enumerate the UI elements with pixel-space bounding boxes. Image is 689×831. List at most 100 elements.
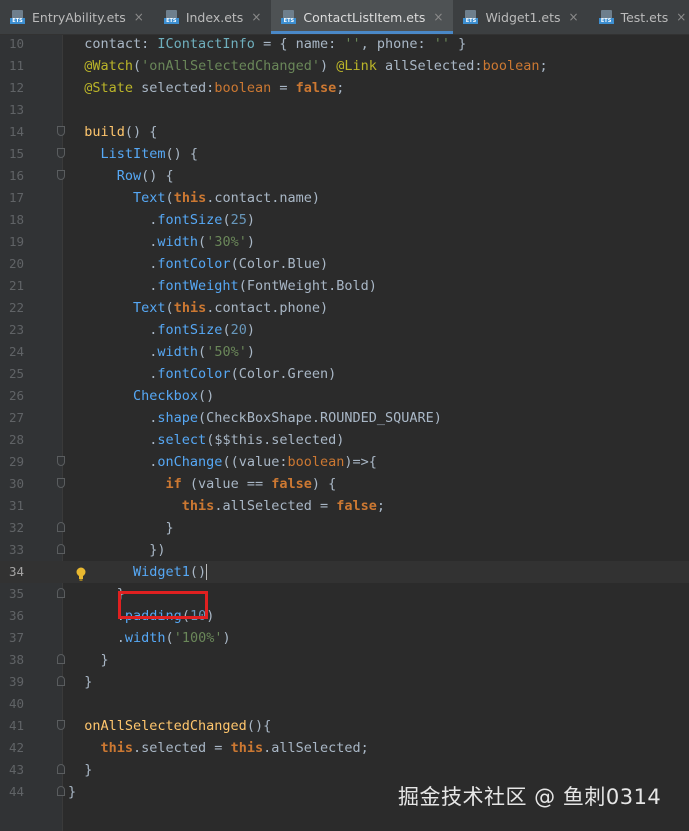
code-line[interactable]: 29 .onChange((value:boolean)=>{ [0,451,689,473]
code-line[interactable]: 28 .select($$this.selected) [0,429,689,451]
ets-file-icon: ETS [598,10,615,24]
fold-marker-icon[interactable] [57,588,65,598]
code-line[interactable]: 24 .width('50%') [0,341,689,363]
code-line[interactable]: 36 .padding(10) [0,605,689,627]
fold-marker-icon[interactable] [57,544,65,554]
line-number: 38 [8,652,24,667]
code-line[interactable]: 18 .fontSize(25) [0,209,689,231]
code-line[interactable]: 13 [0,99,689,121]
code-text: }) [68,542,166,558]
code-text: } [68,762,93,778]
tab-label: Index.ets [185,9,244,25]
line-number: 22 [8,300,24,315]
close-tab-icon[interactable]: × [676,10,686,24]
line-number: 40 [8,696,24,711]
code-text: .onChange((value:boolean)=>{ [68,454,377,470]
code-line[interactable]: 15 ListItem() { [0,143,689,165]
fold-marker-icon[interactable] [57,126,65,136]
fold-marker-icon[interactable] [57,456,65,466]
code-text: } [68,520,174,536]
tab-contactlistitem-ets[interactable]: ETS ContactListItem.ets × [271,0,454,34]
code-line[interactable]: 14 build() { [0,121,689,143]
ets-file-icon: ETS [10,10,26,24]
code-text: } [68,674,93,690]
tab-label: ContactListItem.ets [303,9,426,25]
fold-marker-icon[interactable] [57,764,65,774]
close-tab-icon[interactable]: × [251,10,261,24]
code-line[interactable]: 11 @Watch('onAllSelectedChanged') @Link … [0,55,689,77]
fold-marker-icon[interactable] [57,676,65,686]
code-text: .fontColor(Color.Green) [68,366,337,382]
code-text: .shape(CheckBoxShape.ROUNDED_SQUARE) [68,410,442,426]
code-text: if (value == false) { [68,476,337,492]
code-line[interactable]: 20 .fontColor(Color.Blue) [0,253,689,275]
line-number: 36 [8,608,24,623]
fold-marker-icon[interactable] [57,654,65,664]
tab-label: EntryAbility.ets [32,9,126,25]
code-line[interactable]: 34 Widget1() [0,561,689,583]
code-line[interactable]: 10 contact: IContactInfo = { name: '', p… [0,33,689,55]
code-text: .width('50%') [68,344,255,360]
line-number: 25 [8,366,24,381]
code-line[interactable]: 16 Row() { [0,165,689,187]
code-line[interactable]: 12 @State selected:boolean = false; [0,77,689,99]
code-line[interactable]: 43 } [0,759,689,781]
code-text: } [68,784,77,800]
tab-index-ets[interactable]: ETS Index.ets × [154,0,272,34]
code-line[interactable]: 38 } [0,649,689,671]
code-line[interactable]: 26 Checkbox() [0,385,689,407]
highlight-box [118,591,208,619]
code-editor[interactable]: 10 contact: IContactInfo = { name: '', p… [0,35,689,831]
code-line[interactable]: 39 } [0,671,689,693]
line-number: 23 [8,322,24,337]
ets-file-icon: ETS [163,10,180,24]
fold-marker-icon[interactable] [57,522,65,532]
tab-test-ets[interactable]: ETS Test.ets × [589,0,689,34]
line-number: 32 [8,520,24,535]
line-number: 19 [8,234,24,249]
tab-widget1-ets[interactable]: ETS Widget1.ets × [453,0,588,34]
fold-marker-icon[interactable] [57,478,65,488]
code-text: contact: IContactInfo = { name: '', phon… [68,36,467,52]
fold-marker-icon[interactable] [57,786,65,796]
close-tab-icon[interactable]: × [433,10,443,24]
line-number: 21 [8,278,24,293]
line-number: 14 [8,124,24,139]
code-line[interactable]: 41 onAllSelectedChanged(){ [0,715,689,737]
code-line[interactable]: 23 .fontSize(20) [0,319,689,341]
code-line[interactable]: 32 } [0,517,689,539]
code-line[interactable]: 37 .width('100%') [0,627,689,649]
watermark: 掘金技术社区 @ 鱼刺0314 [398,785,662,809]
line-number: 27 [8,410,24,425]
code-line[interactable]: 31 this.allSelected = false; [0,495,689,517]
line-number: 28 [8,432,24,447]
fold-marker-icon[interactable] [57,720,65,730]
code-line[interactable]: 21 .fontWeight(FontWeight.Bold) [0,275,689,297]
code-line[interactable]: 19 .width('30%') [0,231,689,253]
line-number: 34 [8,564,24,579]
code-line[interactable]: 27 .shape(CheckBoxShape.ROUNDED_SQUARE) [0,407,689,429]
code-text: ListItem() { [68,146,199,162]
fold-marker-icon[interactable] [57,170,65,180]
close-tab-icon[interactable]: × [134,10,144,24]
close-tab-icon[interactable]: × [569,10,579,24]
code-line[interactable]: 22 Text(this.contact.phone) [0,297,689,319]
line-number: 24 [8,344,24,359]
code-text: Row() { [68,168,174,184]
line-number: 10 [8,36,24,51]
code-line[interactable]: 17 Text(this.contact.name) [0,187,689,209]
tab-label: Test.ets [620,9,669,25]
fold-marker-icon[interactable] [57,148,65,158]
code-line[interactable]: 33 }) [0,539,689,561]
code-text: } [68,586,125,602]
code-line[interactable]: 40 [0,693,689,715]
code-line[interactable]: 30 if (value == false) { [0,473,689,495]
code-line[interactable]: 42 this.selected = this.allSelected; [0,737,689,759]
ets-file-icon: ETS [463,10,479,24]
tab-label: Widget1.ets [485,9,561,25]
code-text: build() { [68,124,158,140]
code-line[interactable]: 25 .fontColor(Color.Green) [0,363,689,385]
tab-entryability-ets[interactable]: ETS EntryAbility.ets × [0,0,154,34]
code-line[interactable]: 35 } [0,583,689,605]
editor-tab-bar: ETS EntryAbility.ets × ETS Index.ets × ETS Cont… [0,0,689,35]
